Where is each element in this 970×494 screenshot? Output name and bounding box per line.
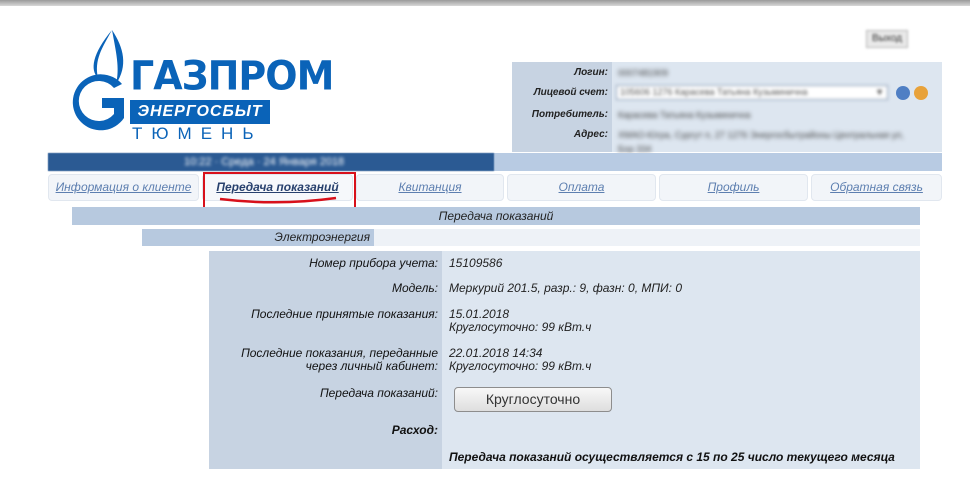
consumer-label: Потребитель:	[531, 109, 608, 120]
gazprom-logo: ГАЗПРОМ ЭНЕРГОСБЫТ ТЮМЕНЬ	[62, 26, 334, 143]
address-row: Адрес: ХМАО-Югра, Сургут п, 27 1276 Энер…	[512, 126, 942, 154]
help-icon[interactable]	[896, 86, 910, 100]
flame-g-icon	[72, 30, 124, 131]
tab-payment[interactable]: Оплата	[507, 174, 656, 201]
consumer-row: Потребитель: Карасева Татьяна Кузьминичн…	[512, 106, 942, 124]
window-top-border	[0, 0, 970, 6]
chevron-down-icon: ▼	[875, 87, 884, 97]
round-the-clock-button[interactable]: Круглосуточно	[454, 387, 612, 412]
login-label: Логин:	[574, 67, 608, 78]
date-text: 10:22 · Среда · 24 Января 2018	[184, 156, 345, 168]
tab-receipt[interactable]: Квитанция	[356, 174, 504, 201]
meter-number-value: 15109586	[449, 256, 503, 270]
tab-feedback[interactable]: Обратная связь	[811, 174, 942, 201]
section-title-row: Электроэнергия	[142, 229, 920, 246]
last-sent-label-line-2: через личный кабинет:	[305, 359, 438, 373]
exit-button[interactable]: Выход	[866, 30, 908, 48]
address-value: ХМАО-Югра, Сургут п, 27 1276 Энергосбытр…	[618, 130, 904, 154]
date-bar: 10:22 · Среда · 24 Января 2018	[48, 153, 942, 171]
submission-period-notice: Передача показаний осуществляется с 15 п…	[449, 450, 895, 464]
page-title: Передача показаний	[72, 207, 920, 225]
login-row: Логин: 0007481909	[512, 64, 942, 82]
section-title: Электроэнергия	[142, 229, 374, 246]
logo-city: ТЮМЕНЬ	[132, 124, 263, 143]
tab-profile[interactable]: Профиль	[659, 174, 808, 201]
submit-readings-label: Передача показаний:	[319, 386, 438, 400]
last-accepted-reading: Круглосуточно: 99 кВт.ч	[449, 320, 592, 334]
login-value: 0007481909	[618, 68, 669, 78]
last-accepted-label: Последние принятые показания:	[251, 307, 438, 321]
consumption-label: Расход:	[391, 423, 438, 437]
model-value: Меркурий 201.5, разр.: 9, фазн: 0, МПИ: …	[449, 281, 682, 295]
meter-details: Номер прибора учета: 15109586 Модель: Ме…	[209, 251, 920, 469]
account-select[interactable]: 105606 1276 Карасева Татьяна Кузьминична…	[616, 85, 888, 100]
account-number-label: Лицевой счет:	[533, 87, 608, 98]
logo-subtitle: ЭНЕРГОСБЫТ	[130, 100, 270, 124]
consumer-value: Карасева Татьяна Кузьминична	[618, 110, 751, 120]
address-label: Адрес:	[573, 129, 608, 140]
main-nav: Информация о клиенте Передача показаний …	[48, 174, 942, 201]
account-select-value: 105606 1276 Карасева Татьяна Кузьминична	[620, 87, 808, 97]
last-sent-reading: Круглосуточно: 99 кВт.ч	[449, 359, 592, 373]
model-label: Модель:	[392, 281, 438, 295]
logo-name: ГАЗПРОМ	[130, 52, 334, 100]
settings-icon[interactable]	[914, 86, 928, 100]
account-info-panel: Логин: 0007481909 Лицевой счет: 105606 1…	[512, 62, 942, 154]
tab-client-info[interactable]: Информация о клиенте	[48, 174, 199, 201]
highlight-swoosh	[219, 196, 337, 204]
meter-number-label: Номер прибора учета:	[309, 256, 438, 270]
